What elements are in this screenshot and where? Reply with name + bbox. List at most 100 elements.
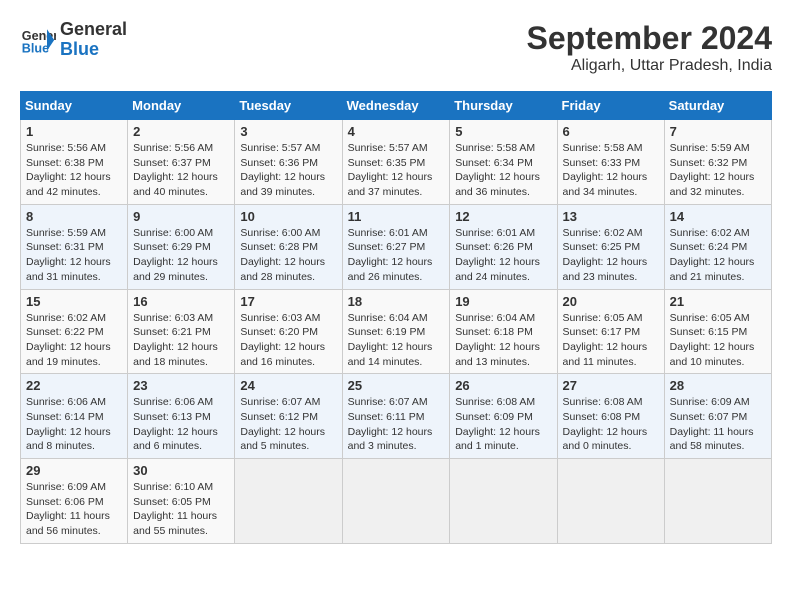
calendar-cell: 29 Sunrise: 6:09 AM Sunset: 6:06 PM Dayli… [21,459,128,544]
calendar-cell [664,459,771,544]
day-number: 7 [670,124,766,139]
calendar-week-1: 1 Sunrise: 5:56 AM Sunset: 6:38 PM Daylig… [21,120,772,205]
calendar-week-2: 8 Sunrise: 5:59 AM Sunset: 6:31 PM Daylig… [21,204,772,289]
header: General Blue General Blue September 2024… [20,20,772,75]
day-number: 21 [670,294,766,309]
calendar-header-row: SundayMondayTuesdayWednesdayThursdayFrid… [21,92,772,120]
calendar-cell [342,459,450,544]
day-number: 13 [563,209,659,224]
page-title: September 2024 [527,20,772,57]
calendar-week-5: 29 Sunrise: 6:09 AM Sunset: 6:06 PM Dayli… [21,459,772,544]
day-info: Sunrise: 6:08 AM Sunset: 6:08 PM Dayligh… [563,395,659,454]
day-info: Sunrise: 6:06 AM Sunset: 6:13 PM Dayligh… [133,395,229,454]
day-number: 9 [133,209,229,224]
day-number: 23 [133,378,229,393]
day-info: Sunrise: 6:03 AM Sunset: 6:20 PM Dayligh… [240,311,336,370]
day-number: 27 [563,378,659,393]
calendar-cell: 20 Sunrise: 6:05 AM Sunset: 6:17 PM Dayli… [557,289,664,374]
calendar-cell: 1 Sunrise: 5:56 AM Sunset: 6:38 PM Daylig… [21,120,128,205]
calendar-cell: 14 Sunrise: 6:02 AM Sunset: 6:24 PM Dayli… [664,204,771,289]
day-number: 15 [26,294,122,309]
day-info: Sunrise: 6:02 AM Sunset: 6:22 PM Dayligh… [26,311,122,370]
day-number: 17 [240,294,336,309]
calendar-cell: 24 Sunrise: 6:07 AM Sunset: 6:12 PM Dayli… [235,374,342,459]
calendar-cell: 4 Sunrise: 5:57 AM Sunset: 6:35 PM Daylig… [342,120,450,205]
day-number: 4 [348,124,445,139]
day-info: Sunrise: 6:04 AM Sunset: 6:19 PM Dayligh… [348,311,445,370]
calendar-cell: 19Sunrise: 6:04 AM Sunset: 6:18 PM Dayli… [450,289,557,374]
day-number: 24 [240,378,336,393]
calendar-cell: 30 Sunrise: 6:10 AM Sunset: 6:05 PM Dayli… [128,459,235,544]
day-info: Sunrise: 6:05 AM Sunset: 6:15 PM Dayligh… [670,311,766,370]
calendar-week-3: 15 Sunrise: 6:02 AM Sunset: 6:22 PM Dayli… [21,289,772,374]
day-number: 1 [26,124,122,139]
day-info: Sunrise: 6:04 AM Sunset: 6:18 PM Dayligh… [455,311,551,370]
calendar-table: SundayMondayTuesdayWednesdayThursdayFrid… [20,91,772,544]
day-info: Sunrise: 6:03 AM Sunset: 6:21 PM Dayligh… [133,311,229,370]
svg-text:Blue: Blue [22,41,49,55]
day-info: Sunrise: 5:56 AM Sunset: 6:37 PM Dayligh… [133,141,229,200]
day-number: 10 [240,209,336,224]
day-number: 11 [348,209,445,224]
day-info: Sunrise: 6:00 AM Sunset: 6:28 PM Dayligh… [240,226,336,285]
day-info: Sunrise: 6:05 AM Sunset: 6:17 PM Dayligh… [563,311,659,370]
day-number: 18 [348,294,445,309]
day-number: 8 [26,209,122,224]
day-number: 6 [563,124,659,139]
day-header-friday: Friday [557,92,664,120]
day-info: Sunrise: 6:01 AM Sunset: 6:27 PM Dayligh… [348,226,445,285]
day-info: Sunrise: 6:07 AM Sunset: 6:12 PM Dayligh… [240,395,336,454]
calendar-cell: 26 Sunrise: 6:08 AM Sunset: 6:09 PM Dayli… [450,374,557,459]
day-header-tuesday: Tuesday [235,92,342,120]
day-number: 20 [563,294,659,309]
day-info: Sunrise: 5:56 AM Sunset: 6:38 PM Dayligh… [26,141,122,200]
calendar-cell: 7Sunrise: 5:59 AM Sunset: 6:32 PM Daylig… [664,120,771,205]
day-info: Sunrise: 6:09 AM Sunset: 6:06 PM Dayligh… [26,480,122,539]
calendar-cell: 10 Sunrise: 6:00 AM Sunset: 6:28 PM Dayli… [235,204,342,289]
day-number: 12 [455,209,551,224]
day-header-wednesday: Wednesday [342,92,450,120]
logo: General Blue General Blue [20,20,127,60]
day-header-saturday: Saturday [664,92,771,120]
calendar-cell [557,459,664,544]
calendar-cell: 15 Sunrise: 6:02 AM Sunset: 6:22 PM Dayli… [21,289,128,374]
day-number: 16 [133,294,229,309]
calendar-cell [235,459,342,544]
calendar-cell: 28Sunrise: 6:09 AM Sunset: 6:07 PM Dayli… [664,374,771,459]
calendar-cell: 23 Sunrise: 6:06 AM Sunset: 6:13 PM Dayli… [128,374,235,459]
calendar-cell: 2 Sunrise: 5:56 AM Sunset: 6:37 PM Daylig… [128,120,235,205]
page-subtitle: Aligarh, Uttar Pradesh, India [527,57,772,75]
day-header-sunday: Sunday [21,92,128,120]
day-number: 26 [455,378,551,393]
day-number: 30 [133,463,229,478]
day-info: Sunrise: 5:58 AM Sunset: 6:34 PM Dayligh… [455,141,551,200]
calendar-cell: 16 Sunrise: 6:03 AM Sunset: 6:21 PM Dayli… [128,289,235,374]
calendar-cell: 8 Sunrise: 5:59 AM Sunset: 6:31 PM Daylig… [21,204,128,289]
calendar-cell: 27 Sunrise: 6:08 AM Sunset: 6:08 PM Dayli… [557,374,664,459]
calendar-cell: 17 Sunrise: 6:03 AM Sunset: 6:20 PM Dayli… [235,289,342,374]
day-info: Sunrise: 5:58 AM Sunset: 6:33 PM Dayligh… [563,141,659,200]
day-number: 2 [133,124,229,139]
day-info: Sunrise: 6:02 AM Sunset: 6:24 PM Dayligh… [670,226,766,285]
calendar-cell: 25Sunrise: 6:07 AM Sunset: 6:11 PM Dayli… [342,374,450,459]
day-header-monday: Monday [128,92,235,120]
day-number: 25 [348,378,445,393]
day-number: 29 [26,463,122,478]
calendar-cell: 3 Sunrise: 5:57 AM Sunset: 6:36 PM Daylig… [235,120,342,205]
day-info: Sunrise: 5:59 AM Sunset: 6:31 PM Dayligh… [26,226,122,285]
day-number: 14 [670,209,766,224]
day-info: Sunrise: 5:57 AM Sunset: 6:36 PM Dayligh… [240,141,336,200]
day-info: Sunrise: 6:01 AM Sunset: 6:26 PM Dayligh… [455,226,551,285]
calendar-cell: 18 Sunrise: 6:04 AM Sunset: 6:19 PM Dayli… [342,289,450,374]
title-area: September 2024 Aligarh, Uttar Pradesh, I… [527,20,772,75]
logo-text: General Blue [60,20,127,60]
day-info: Sunrise: 6:10 AM Sunset: 6:05 PM Dayligh… [133,480,229,539]
calendar-cell: 6 Sunrise: 5:58 AM Sunset: 6:33 PM Daylig… [557,120,664,205]
day-number: 3 [240,124,336,139]
calendar-cell: 13Sunrise: 6:02 AM Sunset: 6:25 PM Dayli… [557,204,664,289]
day-info: Sunrise: 6:08 AM Sunset: 6:09 PM Dayligh… [455,395,551,454]
day-number: 28 [670,378,766,393]
day-header-thursday: Thursday [450,92,557,120]
day-info: Sunrise: 5:57 AM Sunset: 6:35 PM Dayligh… [348,141,445,200]
day-number: 5 [455,124,551,139]
